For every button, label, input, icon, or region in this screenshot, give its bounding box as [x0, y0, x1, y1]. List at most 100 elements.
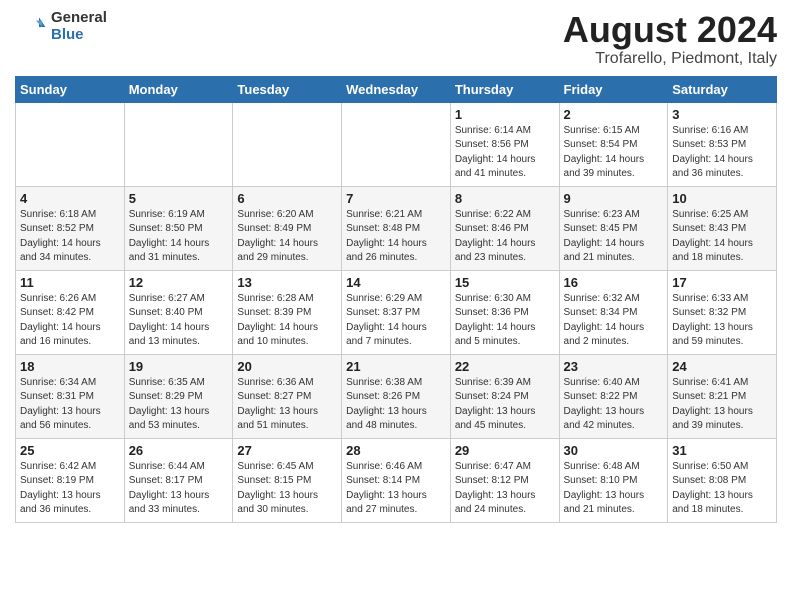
calendar-header-tuesday: Tuesday	[233, 76, 342, 102]
calendar-header-thursday: Thursday	[450, 76, 559, 102]
calendar-cell: 31Sunrise: 6:50 AM Sunset: 8:08 PM Dayli…	[668, 438, 777, 522]
calendar-header-sunday: Sunday	[16, 76, 125, 102]
calendar-cell: 6 Sunrise: 6:20 AM Sunset: 8:49 PM Daylig…	[233, 186, 342, 270]
day-info: Sunrise: 6:15 AM Sunset: 8:54 PM Dayligh…	[564, 124, 664, 182]
calendar-week-1: 1Sunrise: 6:14 AM Sunset: 8:56 PM Daylig…	[16, 102, 777, 186]
calendar-cell: 5Sunrise: 6:19 AM Sunset: 8:50 PM Daylig…	[124, 186, 233, 270]
calendar-cell	[124, 102, 233, 186]
calendar-cell: 1Sunrise: 6:14 AM Sunset: 8:56 PM Daylig…	[450, 102, 559, 186]
day-number: 21	[346, 359, 446, 374]
logo-text: General Blue	[51, 10, 107, 43]
calendar-header-wednesday: Wednesday	[342, 76, 451, 102]
day-info: Sunrise: 6:41 AM Sunset: 8:21 PM Dayligh…	[672, 376, 772, 434]
calendar-cell: 12 Sunrise: 6:27 AM Sunset: 8:40 PM Dayli…	[124, 270, 233, 354]
day-number: 12	[129, 275, 229, 290]
day-number: 7	[346, 191, 446, 206]
calendar-cell	[233, 102, 342, 186]
calendar-cell: 30Sunrise: 6:48 AM Sunset: 8:10 PM Dayli…	[559, 438, 668, 522]
day-info: Sunrise: 6:42 AM Sunset: 8:19 PM Dayligh…	[20, 460, 120, 518]
day-info: Sunrise: 6:50 AM Sunset: 8:08 PM Dayligh…	[672, 460, 772, 518]
calendar-cell: 2 Sunrise: 6:15 AM Sunset: 8:54 PM Daylig…	[559, 102, 668, 186]
logo-icon	[15, 11, 47, 43]
calendar-cell	[342, 102, 451, 186]
day-number: 10	[672, 191, 772, 206]
day-info: Sunrise: 6:35 AM Sunset: 8:29 PM Dayligh…	[129, 376, 229, 434]
day-info: Sunrise: 6:21 AM Sunset: 8:48 PM Dayligh…	[346, 208, 446, 266]
day-number: 22	[455, 359, 555, 374]
logo-general: General	[51, 10, 107, 27]
day-info: Sunrise: 6:29 AM Sunset: 8:37 PM Dayligh…	[346, 292, 446, 350]
day-info: Sunrise: 6:32 AM Sunset: 8:34 PM Dayligh…	[564, 292, 664, 350]
calendar-cell	[16, 102, 125, 186]
day-number: 24	[672, 359, 772, 374]
day-number: 15	[455, 275, 555, 290]
day-number: 23	[564, 359, 664, 374]
day-info: Sunrise: 6:16 AM Sunset: 8:53 PM Dayligh…	[672, 124, 772, 182]
calendar-week-4: 18 Sunrise: 6:34 AM Sunset: 8:31 PM Dayli…	[16, 354, 777, 438]
day-number: 4	[20, 191, 120, 206]
calendar-cell: 22Sunrise: 6:39 AM Sunset: 8:24 PM Dayli…	[450, 354, 559, 438]
page: General Blue August 2024 Trofarello, Pie…	[0, 0, 792, 533]
day-number: 18	[20, 359, 120, 374]
day-info: Sunrise: 6:22 AM Sunset: 8:46 PM Dayligh…	[455, 208, 555, 266]
day-info: Sunrise: 6:45 AM Sunset: 8:15 PM Dayligh…	[237, 460, 337, 518]
calendar-cell: 17 Sunrise: 6:33 AM Sunset: 8:32 PM Dayli…	[668, 270, 777, 354]
day-number: 9	[564, 191, 664, 206]
day-info: Sunrise: 6:30 AM Sunset: 8:36 PM Dayligh…	[455, 292, 555, 350]
day-number: 6	[237, 191, 337, 206]
day-number: 27	[237, 443, 337, 458]
calendar-cell: 7 Sunrise: 6:21 AM Sunset: 8:48 PM Daylig…	[342, 186, 451, 270]
day-number: 8	[455, 191, 555, 206]
day-number: 1	[455, 107, 555, 122]
day-info: Sunrise: 6:27 AM Sunset: 8:40 PM Dayligh…	[129, 292, 229, 350]
title-block: August 2024 Trofarello, Piedmont, Italy	[563, 10, 777, 68]
calendar-cell: 27 Sunrise: 6:45 AM Sunset: 8:15 PM Dayli…	[233, 438, 342, 522]
day-info: Sunrise: 6:36 AM Sunset: 8:27 PM Dayligh…	[237, 376, 337, 434]
day-info: Sunrise: 6:40 AM Sunset: 8:22 PM Dayligh…	[564, 376, 664, 434]
day-info: Sunrise: 6:28 AM Sunset: 8:39 PM Dayligh…	[237, 292, 337, 350]
day-info: Sunrise: 6:20 AM Sunset: 8:49 PM Dayligh…	[237, 208, 337, 266]
day-info: Sunrise: 6:33 AM Sunset: 8:32 PM Dayligh…	[672, 292, 772, 350]
calendar-cell: 29Sunrise: 6:47 AM Sunset: 8:12 PM Dayli…	[450, 438, 559, 522]
main-title: August 2024	[563, 10, 777, 50]
header: General Blue August 2024 Trofarello, Pie…	[15, 10, 777, 68]
day-number: 11	[20, 275, 120, 290]
day-number: 19	[129, 359, 229, 374]
calendar-header-friday: Friday	[559, 76, 668, 102]
calendar-cell: 16 Sunrise: 6:32 AM Sunset: 8:34 PM Dayli…	[559, 270, 668, 354]
calendar-cell: 19 Sunrise: 6:35 AM Sunset: 8:29 PM Dayli…	[124, 354, 233, 438]
day-info: Sunrise: 6:38 AM Sunset: 8:26 PM Dayligh…	[346, 376, 446, 434]
day-number: 17	[672, 275, 772, 290]
calendar-cell: 18 Sunrise: 6:34 AM Sunset: 8:31 PM Dayli…	[16, 354, 125, 438]
calendar-cell: 28Sunrise: 6:46 AM Sunset: 8:14 PM Dayli…	[342, 438, 451, 522]
day-number: 20	[237, 359, 337, 374]
logo-blue: Blue	[51, 27, 107, 44]
calendar-header-saturday: Saturday	[668, 76, 777, 102]
calendar-cell: 24 Sunrise: 6:41 AM Sunset: 8:21 PM Dayli…	[668, 354, 777, 438]
day-number: 28	[346, 443, 446, 458]
calendar-cell: 23 Sunrise: 6:40 AM Sunset: 8:22 PM Dayli…	[559, 354, 668, 438]
day-info: Sunrise: 6:18 AM Sunset: 8:52 PM Dayligh…	[20, 208, 120, 266]
day-info: Sunrise: 6:34 AM Sunset: 8:31 PM Dayligh…	[20, 376, 120, 434]
calendar-cell: 26Sunrise: 6:44 AM Sunset: 8:17 PM Dayli…	[124, 438, 233, 522]
calendar-header-monday: Monday	[124, 76, 233, 102]
calendar-week-5: 25 Sunrise: 6:42 AM Sunset: 8:19 PM Dayli…	[16, 438, 777, 522]
day-info: Sunrise: 6:23 AM Sunset: 8:45 PM Dayligh…	[564, 208, 664, 266]
calendar: SundayMondayTuesdayWednesdayThursdayFrid…	[15, 76, 777, 523]
calendar-cell: 13Sunrise: 6:28 AM Sunset: 8:39 PM Dayli…	[233, 270, 342, 354]
day-number: 30	[564, 443, 664, 458]
day-number: 3	[672, 107, 772, 122]
day-info: Sunrise: 6:47 AM Sunset: 8:12 PM Dayligh…	[455, 460, 555, 518]
calendar-cell: 15 Sunrise: 6:30 AM Sunset: 8:36 PM Dayli…	[450, 270, 559, 354]
calendar-cell: 20 Sunrise: 6:36 AM Sunset: 8:27 PM Dayli…	[233, 354, 342, 438]
calendar-cell: 3 Sunrise: 6:16 AM Sunset: 8:53 PM Daylig…	[668, 102, 777, 186]
calendar-cell: 14Sunrise: 6:29 AM Sunset: 8:37 PM Dayli…	[342, 270, 451, 354]
day-number: 2	[564, 107, 664, 122]
day-info: Sunrise: 6:19 AM Sunset: 8:50 PM Dayligh…	[129, 208, 229, 266]
day-info: Sunrise: 6:44 AM Sunset: 8:17 PM Dayligh…	[129, 460, 229, 518]
day-number: 16	[564, 275, 664, 290]
logo: General Blue	[15, 10, 107, 43]
calendar-week-3: 11Sunrise: 6:26 AM Sunset: 8:42 PM Dayli…	[16, 270, 777, 354]
day-number: 25	[20, 443, 120, 458]
day-info: Sunrise: 6:25 AM Sunset: 8:43 PM Dayligh…	[672, 208, 772, 266]
